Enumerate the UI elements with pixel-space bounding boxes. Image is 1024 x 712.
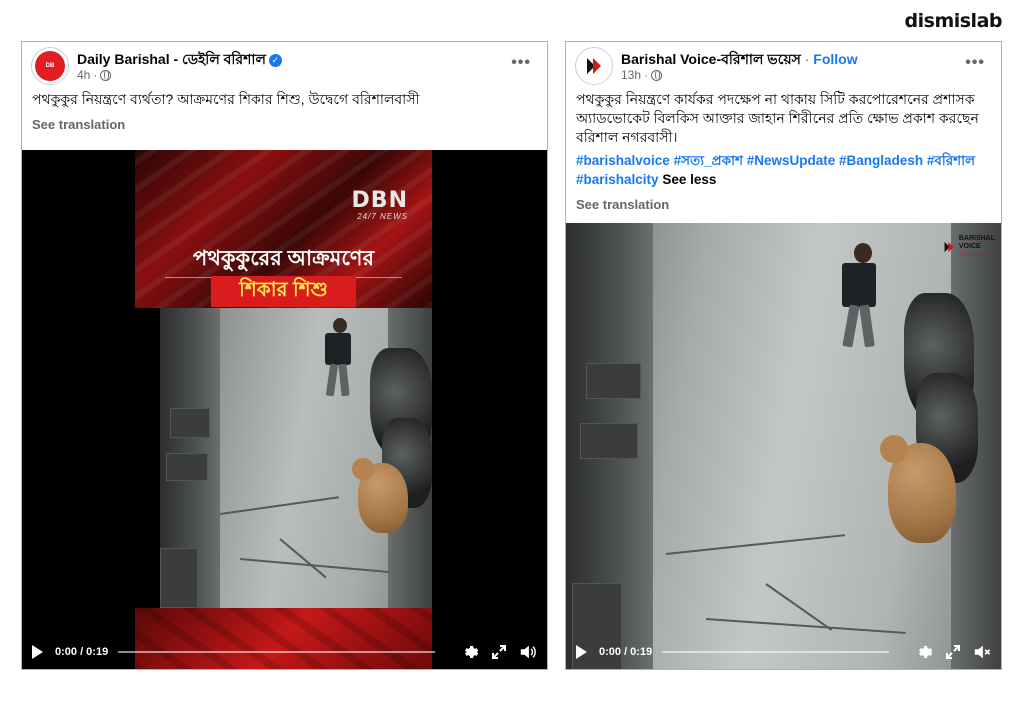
name-separator: · (804, 51, 810, 67)
cctv-footage: BARISHAL VOICE বরিশাল ভয়েস (566, 223, 1001, 669)
hashtag-link[interactable]: #Bangladesh (839, 153, 923, 168)
video-progress-bar[interactable] (118, 651, 435, 653)
post-header: Barishal Voice-বরিশাল ভয়েস · Follow 13h… (566, 42, 1001, 90)
watermark-line3: বরিশাল ভয়েস (958, 252, 988, 258)
post-header: DB Daily Barishal - ডেইলি বরিশাল ✓ 4h · •… (22, 42, 547, 90)
see-less-link[interactable]: See less (662, 172, 716, 187)
globe-icon (100, 69, 112, 81)
see-translation-link[interactable]: See translation (22, 109, 547, 140)
hashtag-link[interactable]: #barishalcity (576, 172, 659, 187)
watermark-line2: VOICE (958, 243, 981, 250)
fullscreen-expand-icon[interactable] (491, 644, 507, 660)
facebook-post-barishal-voice: Barishal Voice-বরিশাল ভয়েস · Follow 13h… (565, 41, 1002, 670)
video-frame: DBN 24/7 NEWS পথকুকুরের আক্রমণের শিকার শ… (135, 150, 432, 669)
settings-gear-icon[interactable] (461, 643, 479, 661)
timestamp[interactable]: 4h (77, 68, 90, 82)
settings-gear-icon[interactable] (915, 643, 933, 661)
hashtag-link[interactable]: #barishalvoice (576, 153, 670, 168)
meta-separator: · (93, 68, 98, 82)
barishal-voice-watermark: BARISHAL VOICE বরিশাল ভয়েস (942, 235, 995, 259)
meta-separator: · (644, 68, 649, 82)
fullscreen-expand-icon[interactable] (945, 644, 961, 660)
avatar[interactable] (575, 47, 613, 85)
dbn-logo: DBN (351, 188, 408, 213)
avatar[interactable]: DB (31, 47, 69, 85)
post-caption: পথকুকুর নিয়ন্ত্রণে ব্যর্থতা? আক্রমণের শ… (32, 91, 420, 107)
post-meta: 4h · (77, 68, 112, 82)
verified-badge-icon: ✓ (268, 54, 282, 67)
child (333, 318, 347, 333)
barishal-voice-watermark-icon (944, 241, 954, 253)
follow-button[interactable]: Follow (813, 51, 857, 67)
avatar-logo: DB (35, 51, 65, 81)
video-headline-line2: শিকার শিশু (239, 279, 328, 301)
video-headline-line1: পথকুকুরের আক্রমণের (192, 247, 375, 270)
page-name-text[interactable]: Daily Barishal - ডেইলি বরিশাল (77, 51, 266, 67)
globe-icon (651, 69, 663, 81)
volume-speaker-icon[interactable] (519, 643, 537, 661)
more-options-icon[interactable]: ••• (511, 54, 531, 72)
video-progress-bar[interactable] (662, 651, 889, 653)
timestamp[interactable]: 13h (621, 68, 641, 82)
see-translation-link[interactable]: See translation (566, 189, 1001, 220)
cctv-footage (160, 308, 432, 608)
page-name-text[interactable]: Barishal Voice-বরিশাল ভয়েস (621, 51, 801, 67)
facebook-post-daily-barishal: DB Daily Barishal - ডেইলি বরিশাল ✓ 4h · •… (21, 41, 548, 670)
more-options-icon[interactable]: ••• (965, 54, 985, 72)
watermark-line1: BARISHAL (958, 235, 995, 242)
dbn-logo-sub: 24/7 NEWS (357, 212, 408, 221)
hashtag-link[interactable]: #সত্য_প্রকাশ (674, 153, 743, 168)
muted-speaker-icon[interactable] (973, 643, 991, 661)
hashtag-list: #barishalvoice #সত্য_প্রকাশ #NewsUpdate … (566, 147, 1001, 189)
hashtag-link[interactable]: #বরিশাল (927, 153, 975, 168)
video-player[interactable]: DBN 24/7 NEWS পথকুকুরের আক্রমণের শিকার শ… (22, 150, 547, 669)
video-time: 0:00 / 0:19 (55, 646, 109, 658)
barishal-voice-logo-icon (581, 53, 607, 79)
play-icon[interactable] (576, 645, 587, 659)
hashtag-link[interactable]: #NewsUpdate (747, 153, 836, 168)
video-headline-box: শিকার শিশু (211, 276, 356, 307)
video-controls: 0:00 / 0:19 (22, 635, 547, 669)
video-player[interactable]: BARISHAL VOICE বরিশাল ভয়েস 0:00 / 0:19 (566, 223, 1001, 669)
video-controls: 0:00 / 0:19 (566, 635, 1001, 669)
play-icon[interactable] (32, 645, 43, 659)
video-time: 0:00 / 0:19 (599, 646, 653, 658)
post-caption: পথকুকুর নিয়ন্ত্রণে কার্যকর পদক্ষেপ না থ… (576, 91, 979, 145)
dismislab-logo: dismislab (904, 10, 1003, 32)
child (854, 243, 872, 263)
post-meta: 13h · (621, 68, 663, 82)
dbn-title-card: DBN 24/7 NEWS পথকুকুরের আক্রমণের শিকার শ… (135, 150, 432, 308)
